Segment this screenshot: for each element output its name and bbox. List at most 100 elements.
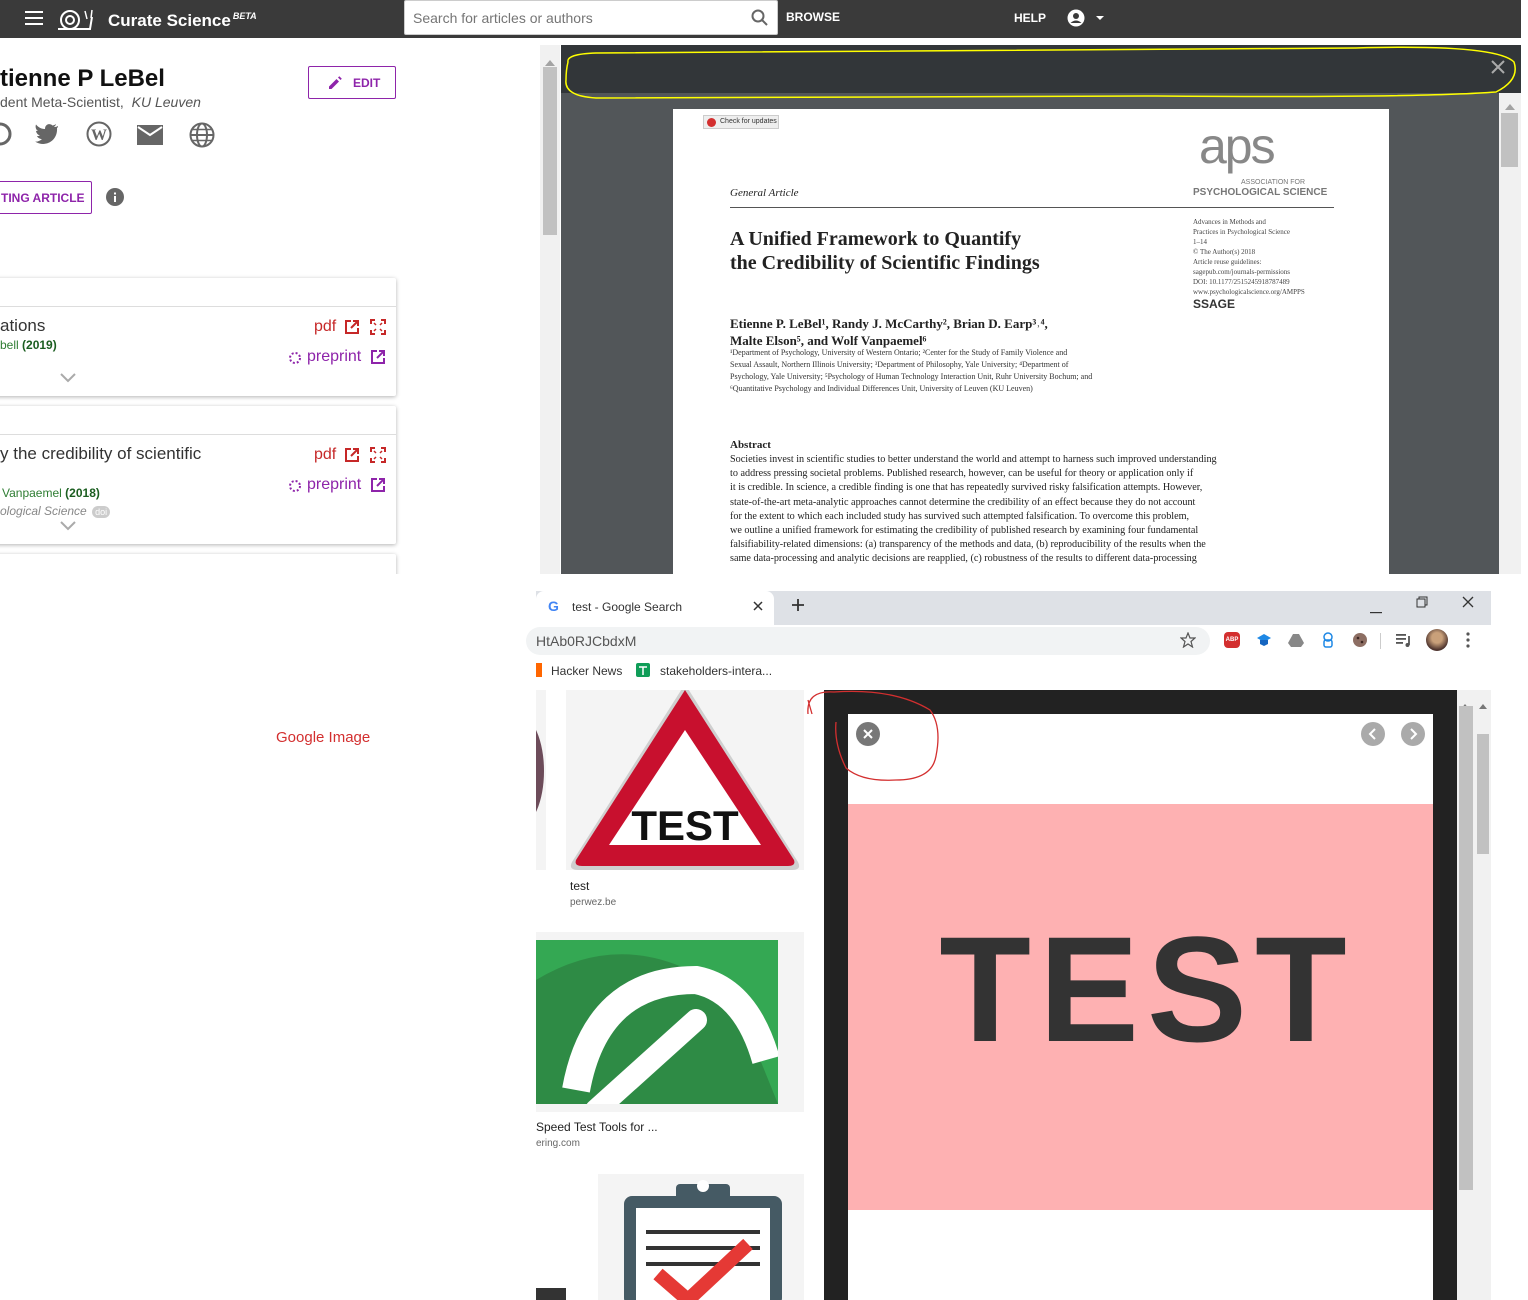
bookmark-star-icon[interactable] [1179,631,1197,653]
abstract-body: Societies invest in scientific studies t… [730,453,1334,567]
search-icon[interactable] [751,9,769,32]
bookmark-stakeholders[interactable]: stakeholders-intera... [660,664,772,678]
kebab-menu-icon[interactable] [1466,632,1470,653]
cookie-icon[interactable] [1352,632,1368,653]
paper-authors: Etienne P. LeBel¹, Randy J. McCarthy², B… [730,315,1048,349]
abstract-line: falsifiability-related dimensions: (a) t… [730,539,1206,551]
expand-chevron-icon[interactable] [60,518,76,536]
journal-name: ological Science doi [0,504,111,518]
brand-name[interactable]: Curate Science BETA [108,11,257,31]
adblock-icon[interactable]: ABP [1224,632,1240,648]
info-icon[interactable] [106,188,124,211]
next-image-button[interactable] [1401,722,1425,746]
aps-subtitle-2: PSYCHOLOGICAL SCIENCE [1193,187,1328,198]
snail-logo-icon[interactable] [56,7,94,31]
bookmarks-bar: Hacker News stakeholders-intera... [536,657,1491,685]
orcid-icon[interactable] [0,122,12,151]
globe-icon[interactable] [189,122,215,153]
beta-badge: BETA [232,11,257,22]
extension-cap-icon[interactable] [1256,632,1272,653]
result-thumbnail[interactable] [536,690,546,870]
fullscreen-icon[interactable] [370,447,386,468]
media-control-icon[interactable] [1396,633,1412,652]
expand-chevron-icon[interactable] [60,370,76,388]
restore-icon[interactable] [1416,595,1428,613]
tab-close-icon[interactable] [752,599,764,617]
omnibox[interactable]: HtAb0RJCbdxM [526,627,1210,655]
external-link-icon[interactable] [344,319,360,340]
search-input[interactable] [413,8,743,28]
menu-icon[interactable] [25,11,43,25]
profile-avatar[interactable] [1426,629,1448,651]
result-thumbnail[interactable] [598,1174,804,1300]
warning-triangle-image: TEST [570,690,800,870]
email-icon[interactable] [137,125,163,150]
fullscreen-icon[interactable] [370,319,386,340]
speedometer-image [536,940,778,1104]
paper-title: A Unified Framework to Quantify the Cred… [730,227,1040,275]
scrollbar-thumb[interactable] [1501,113,1518,167]
drive-icon[interactable] [1288,632,1304,653]
doi-badge[interactable]: doi [92,506,111,518]
result-title[interactable]: Speed Test Tools for ... [536,1120,658,1134]
preview-image[interactable]: TEST [848,804,1433,1210]
meta-line: sagepub.com/journals-permissions [1193,268,1291,276]
result-thumbnail[interactable] [536,932,804,1112]
external-link-icon[interactable] [370,477,386,498]
scrollbar-thumb[interactable] [1477,734,1489,854]
article-title[interactable]: ations [0,316,45,336]
preprint-icon [288,351,302,370]
preprint-link[interactable]: preprint [307,348,361,366]
crossmark-icon [707,118,716,127]
browse-menu[interactable]: BROWSE [786,10,840,24]
aps-logo: aps [1199,118,1276,174]
pdf-page: Check for updates aps ASSOCIATION FOR PS… [673,109,1389,574]
url-text[interactable]: HtAb0RJCbdxM [536,633,636,649]
meta-line: 1–14 [1193,238,1207,246]
title-line-1: A Unified Framework to Quantify [730,228,1022,250]
twitter-icon[interactable] [34,122,60,151]
article-title[interactable]: y the credibility of scientific [0,444,201,464]
account-icon[interactable] [1067,9,1107,32]
bookmark-hacker-news[interactable]: Hacker News [551,664,622,678]
card-divider [0,434,396,435]
tab-title: test - Google Search [572,600,683,614]
pdf-viewer: Check for updates aps ASSOCIATION FOR PS… [561,45,1521,574]
scrollbar-thumb[interactable] [543,67,557,235]
result-source: perwez.be [570,897,617,908]
pdf-scrollbar[interactable] [1499,93,1521,574]
abstract-line: we outline a unified framework for estim… [730,525,1199,537]
authors-line-1: Etienne P. LeBel¹, Randy J. McCarthy², B… [730,316,1048,331]
help-menu[interactable]: HELP [1014,11,1046,25]
result-thumbnail[interactable]: TEST [566,690,804,870]
pdf-link[interactable]: pdf [314,446,336,464]
browser-tab[interactable]: G test - Google Search [536,591,774,625]
article-card [0,554,396,574]
year-text: (2018) [65,486,100,500]
wordpress-icon[interactable]: W [86,121,112,152]
pdf-link[interactable]: pdf [314,318,336,336]
app-bar: Curate ScienceBETA BROWSE HELP [0,0,1521,38]
edit-button[interactable]: EDIT [308,66,396,99]
scroll-up-arrow-icon[interactable] [1479,696,1487,714]
external-link-icon[interactable] [344,447,360,468]
journal-text: ological Science [0,504,87,518]
minimize-icon[interactable] [1370,601,1382,619]
result-thumbnail[interactable] [536,1288,566,1300]
add-article-button[interactable]: TING ARTICLE [0,181,92,214]
svg-text:W: W [91,127,107,144]
page-scrollbar[interactable] [540,45,560,574]
new-tab-icon[interactable] [790,597,806,618]
scrollbar-track[interactable] [1459,706,1473,1190]
search-box[interactable] [404,0,778,35]
edit-label: EDIT [353,76,381,90]
results-scrollbar[interactable] [1457,690,1491,1300]
preprint-link[interactable]: preprint [307,476,361,494]
extension-key-icon[interactable] [1320,631,1336,654]
result-title[interactable]: test [570,879,589,893]
check-updates-badge[interactable]: Check for updates [703,115,779,129]
external-link-icon[interactable] [370,349,386,370]
meta-line: Advances in Methods and [1193,218,1266,226]
window-close-icon[interactable] [1462,595,1474,613]
previous-image-button[interactable] [1361,722,1385,746]
